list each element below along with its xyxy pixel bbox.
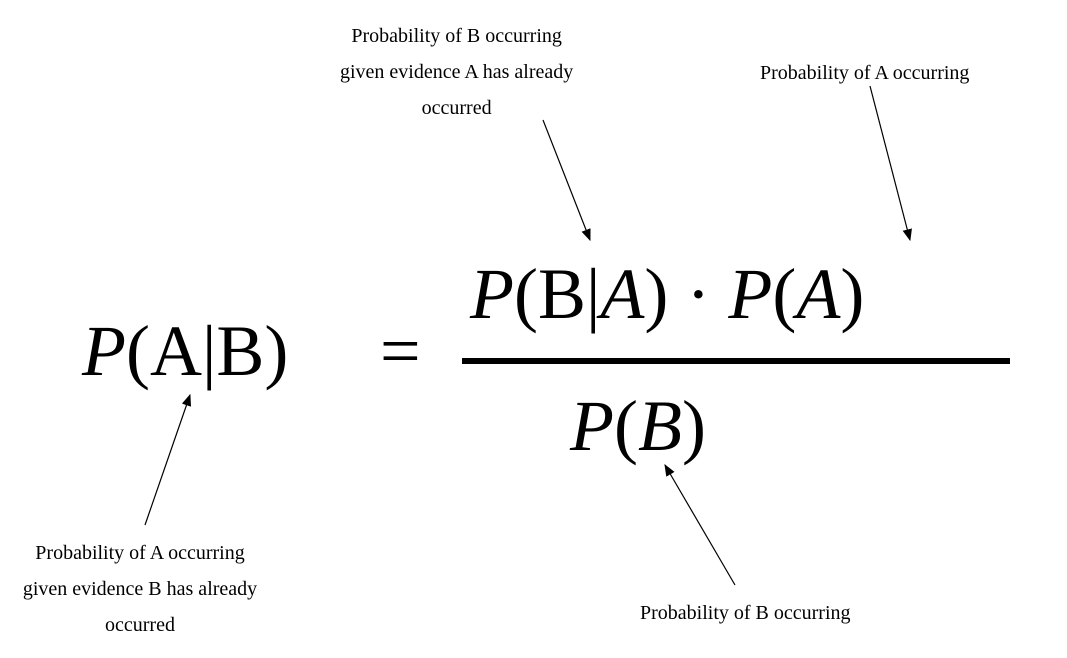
sym-B: B	[216, 311, 264, 391]
sym-open: (	[772, 254, 796, 334]
annotation-line: occurred	[422, 97, 492, 119]
sym-dot: ·	[668, 254, 728, 334]
diagram-stage: P(A|B) = P(B|A) · P(A) P(B) Probability …	[0, 0, 1067, 658]
formula-numerator: P(B|A) · P(A)	[470, 258, 864, 330]
sym-A: A	[150, 311, 202, 391]
sym-open: (	[614, 386, 638, 466]
sym-B: B	[538, 254, 586, 334]
annotation-pab: Probability of A occurring given evidenc…	[0, 535, 280, 643]
sym-A: A	[796, 254, 840, 334]
sym-bar: |	[586, 254, 600, 334]
formula-equals: =	[380, 315, 421, 387]
annotation-pb: Probability of B occurring	[640, 595, 851, 631]
sym-B: B	[638, 386, 682, 466]
sym-P: P	[470, 254, 514, 334]
arrow-pb	[665, 465, 735, 585]
annotation-pba: Probability of B occurring given evidenc…	[340, 18, 573, 126]
annotation-pa: Probability of A occurring	[760, 55, 969, 91]
sym-open: (	[126, 311, 150, 391]
sym-close: )	[682, 386, 706, 466]
sym-P: P	[82, 311, 126, 391]
sym-open: (	[514, 254, 538, 334]
formula-lhs: P(A|B)	[82, 315, 288, 387]
fraction-bar	[462, 358, 1010, 364]
sym-close: )	[840, 254, 864, 334]
sym-P: P	[728, 254, 772, 334]
annotation-line: occurred	[105, 614, 175, 636]
sym-A: A	[600, 254, 644, 334]
annotation-line: given evidence B has already	[23, 578, 257, 600]
arrow-pa	[870, 86, 910, 240]
sym-close: )	[264, 311, 288, 391]
arrow-pab	[145, 395, 190, 525]
annotation-line: Probability of A occurring	[35, 542, 244, 564]
sym-bar: |	[202, 311, 216, 391]
arrow-pba	[543, 120, 590, 240]
annotation-line: given evidence A has already	[340, 61, 573, 83]
sym-P: P	[570, 386, 614, 466]
annotation-line: Probability of B occurring	[351, 25, 562, 47]
formula-denominator: P(B)	[570, 390, 706, 462]
sym-close: )	[644, 254, 668, 334]
